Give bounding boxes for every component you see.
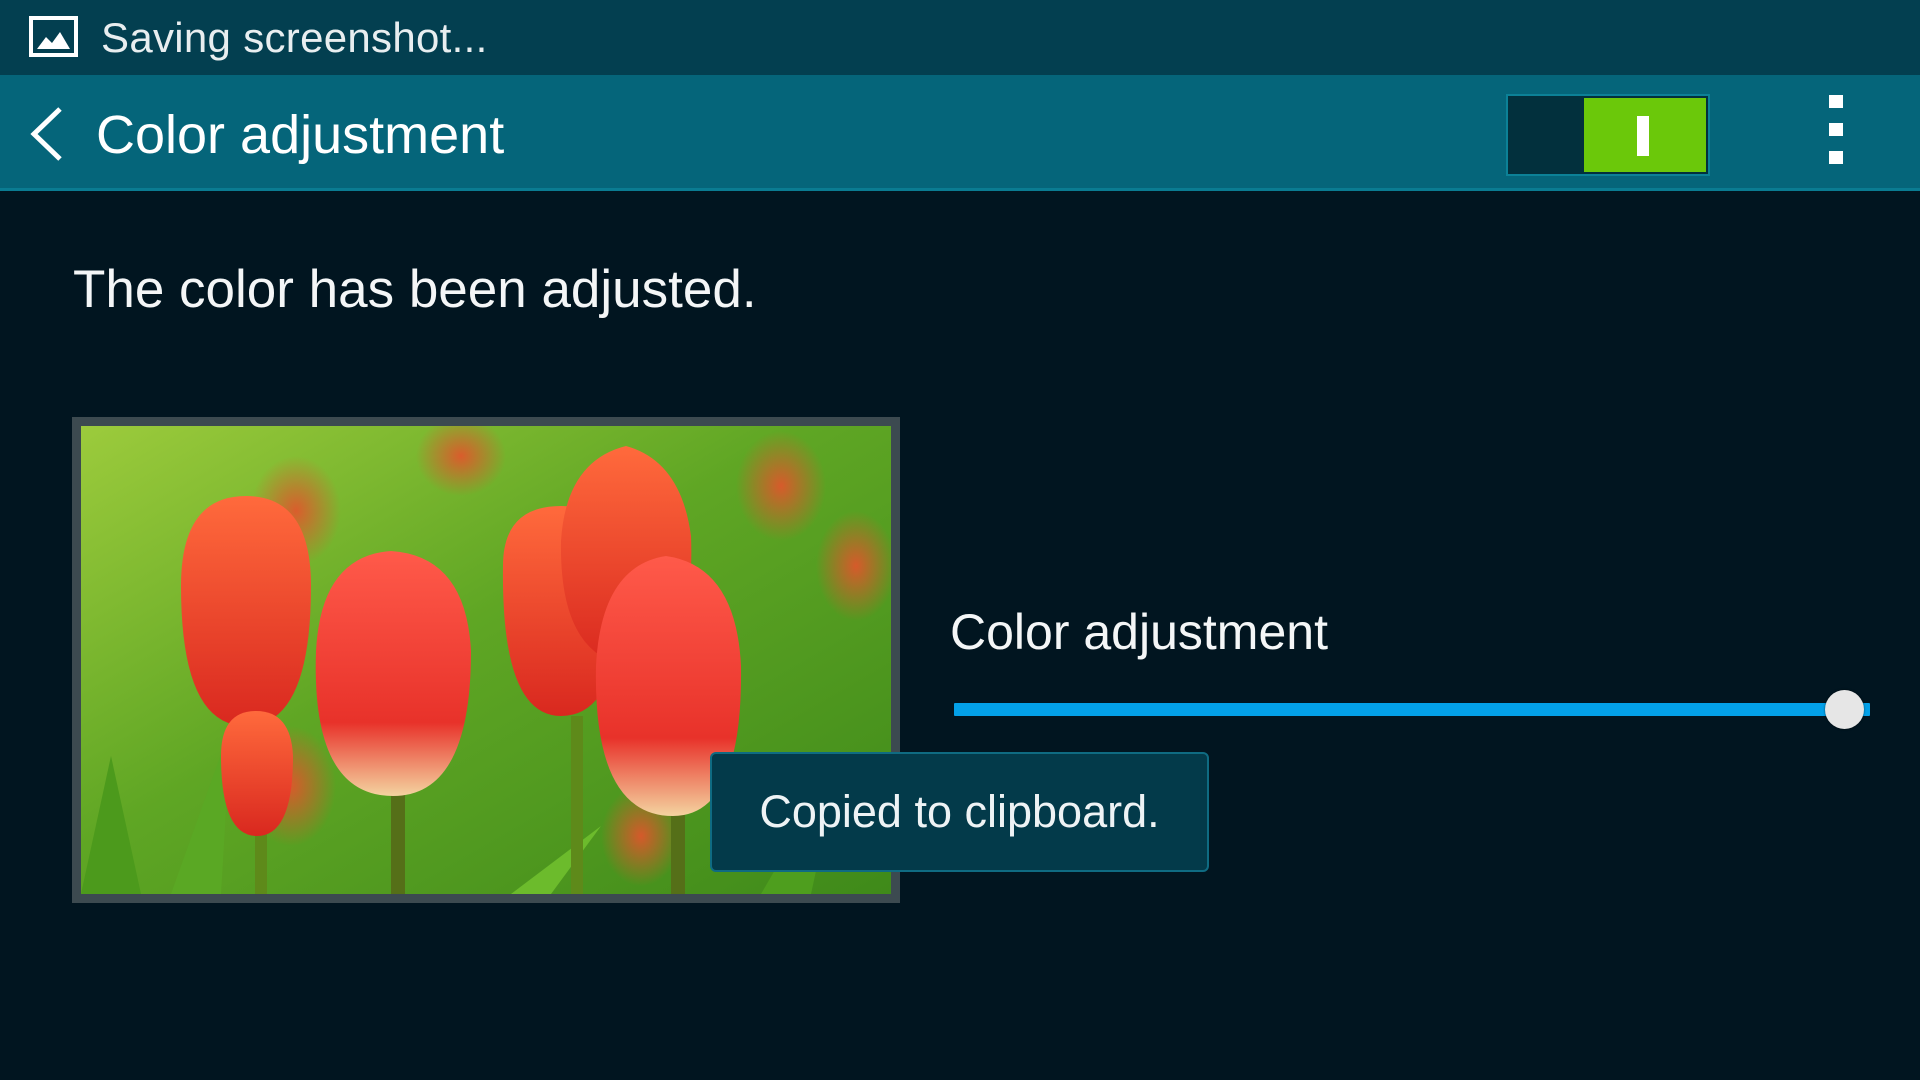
page-title: Color adjustment	[96, 105, 505, 165]
toggle-thumb	[1584, 98, 1706, 172]
more-vertical-icon-dot	[1829, 151, 1843, 164]
toast-text: Copied to clipboard.	[759, 786, 1160, 837]
image-icon	[29, 16, 78, 57]
back-button[interactable]	[20, 103, 80, 165]
master-toggle-switch[interactable]	[1506, 94, 1710, 176]
color-adjustment-slider[interactable]	[950, 690, 1870, 730]
more-vertical-icon	[1829, 95, 1843, 108]
toast-message: Copied to clipboard.	[710, 752, 1209, 872]
color-adjustment-slider-label: Color adjustment	[950, 604, 1328, 660]
status-bar: Saving screenshot...	[0, 0, 1920, 75]
status-notification-text: Saving screenshot...	[101, 14, 488, 61]
screen: Saving screenshot... Color adjustment Th…	[0, 0, 1920, 1080]
chevron-left-icon	[30, 107, 62, 161]
slider-thumb[interactable]	[1825, 690, 1864, 729]
action-bar: Color adjustment	[0, 75, 1920, 191]
more-vertical-icon-dot	[1829, 123, 1843, 136]
toggle-on-indicator	[1637, 116, 1649, 156]
more-options-button[interactable]	[1820, 95, 1852, 175]
adjusted-message: The color has been adjusted.	[73, 260, 757, 319]
slider-track[interactable]	[954, 703, 1870, 716]
